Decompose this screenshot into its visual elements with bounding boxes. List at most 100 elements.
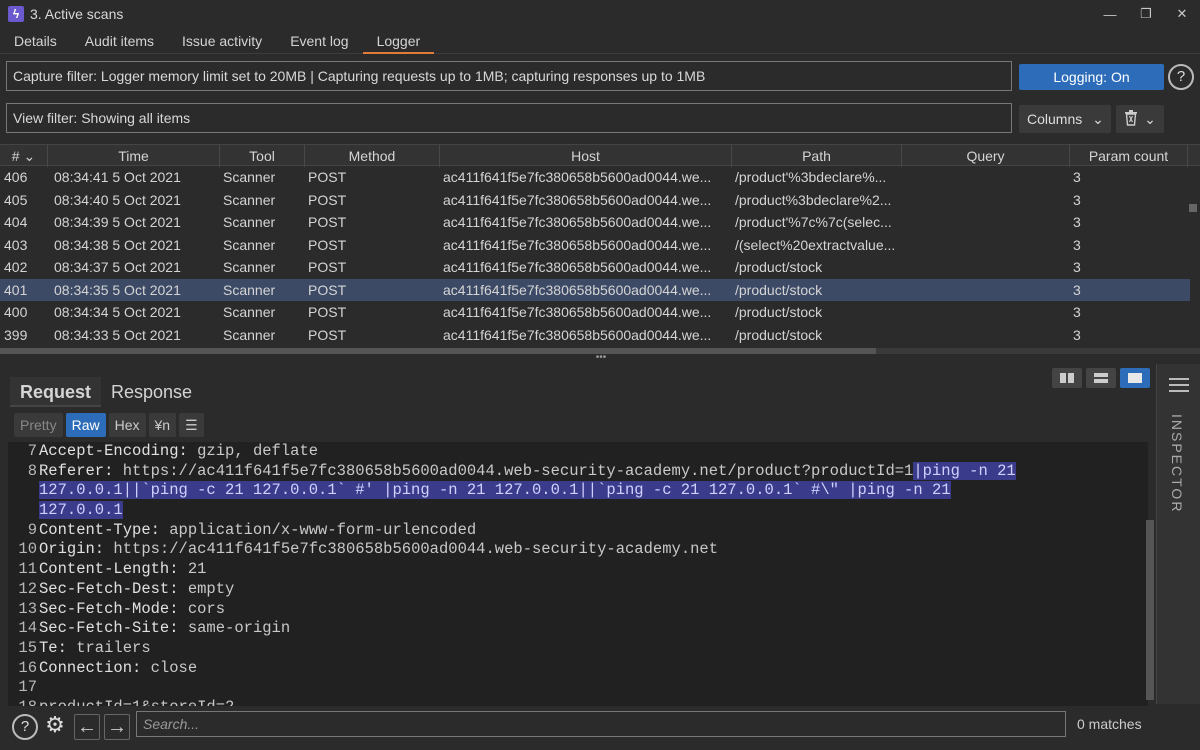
highlighted-payload: |ping -n 21 bbox=[913, 461, 1016, 480]
table-row[interactable]: 406 08:34:41 5 Oct 2021 Scanner POST ac411f6… bbox=[0, 166, 1190, 189]
tab-response[interactable]: Response bbox=[101, 377, 202, 407]
chevron-down-icon: ⌄ bbox=[1092, 111, 1104, 127]
table-vertical-scrollbar[interactable] bbox=[1189, 204, 1197, 212]
cell-params: 3 bbox=[1073, 259, 1081, 275]
table-row[interactable]: 399 08:34:33 5 Oct 2021 Scanner POST ac411f6… bbox=[0, 324, 1190, 347]
cell-path: /product/stock bbox=[735, 259, 823, 275]
view-pretty-button[interactable]: Pretty bbox=[14, 413, 63, 437]
cell-host: ac411f641f5e7fc380658b5600ad0044.we... bbox=[443, 169, 712, 185]
column-header-tool[interactable]: Tool bbox=[220, 145, 305, 167]
table-row[interactable]: 402 08:34:37 5 Oct 2021 Scanner POST ac411f6… bbox=[0, 256, 1190, 279]
search-input[interactable]: Search... bbox=[136, 711, 1066, 737]
help-icon[interactable]: ? bbox=[1168, 64, 1194, 90]
view-filter-bar[interactable]: View filter: Showing all items bbox=[6, 103, 1012, 133]
minimize-icon[interactable]: — bbox=[1092, 0, 1128, 28]
cell-num: 399 bbox=[4, 326, 28, 343]
header-name: Connection: bbox=[39, 658, 142, 677]
table-row[interactable]: 405 08:34:40 5 Oct 2021 Scanner POST ac411f6… bbox=[0, 189, 1190, 212]
cell-host: ac411f641f5e7fc380658b5600ad0044.we... bbox=[443, 236, 712, 253]
header-value: productId=1&storeId=2 bbox=[39, 698, 234, 706]
line-number: 15 bbox=[18, 638, 37, 657]
cell-time: 08:34:38 5 Oct 2021 bbox=[54, 236, 181, 253]
clear-log-dropdown[interactable]: ⌄ bbox=[1116, 105, 1164, 133]
close-icon[interactable]: ✕ bbox=[1164, 0, 1200, 28]
cell-num: 405 bbox=[4, 191, 28, 208]
view-raw-button[interactable]: Raw bbox=[65, 413, 106, 437]
message-tabs: Request Response bbox=[10, 377, 202, 407]
cell-path: /product'%3bdeclare%... bbox=[735, 169, 887, 185]
table-row[interactable]: 401 08:34:35 5 Oct 2021 Scanner POST ac411f6… bbox=[0, 278, 1190, 301]
tab-audit-items[interactable]: Audit items bbox=[71, 28, 168, 54]
cell-tool: Scanner bbox=[223, 214, 276, 230]
cell-tool: Scanner bbox=[223, 169, 276, 185]
editor-line: 12 Sec-Fetch-Dest: empty bbox=[8, 580, 1148, 600]
column-header-number[interactable]: # ⌄ bbox=[0, 145, 48, 167]
column-header-query[interactable]: Query bbox=[902, 145, 1070, 167]
tab-issue-activity[interactable]: Issue activity bbox=[168, 28, 276, 54]
cell-params: 3 bbox=[1073, 169, 1081, 185]
header-name: Sec-Fetch-Mode: bbox=[39, 599, 179, 618]
inspector-menu-icon[interactable] bbox=[1169, 374, 1189, 396]
editor-vertical-scrollbar[interactable] bbox=[1146, 520, 1154, 700]
table-row[interactable]: 403 08:34:38 5 Oct 2021 Scanner POST ac411f6… bbox=[0, 234, 1190, 257]
help-icon[interactable]: ? bbox=[12, 714, 38, 740]
header-value: empty bbox=[178, 579, 235, 598]
tab-details[interactable]: Details bbox=[0, 28, 71, 54]
layout-toggle-group bbox=[1052, 368, 1150, 388]
editor-line: 10 Origin: https://ac411f641f5e7fc380658b… bbox=[8, 540, 1148, 560]
restore-icon[interactable]: ❐ bbox=[1128, 0, 1164, 28]
columns-dropdown[interactable]: Columns ⌄ bbox=[1019, 105, 1111, 133]
column-header-host[interactable]: Host bbox=[440, 145, 732, 167]
logging-toggle-button[interactable]: Logging: On bbox=[1019, 64, 1164, 90]
table-row[interactable]: 400 08:34:34 5 Oct 2021 Scanner POST ac411f6… bbox=[0, 301, 1190, 324]
title-bar: ϟ 3. Active scans — ❐ ✕ bbox=[0, 0, 1200, 28]
tab-event-log[interactable]: Event log bbox=[276, 28, 362, 54]
column-header-param-count[interactable]: Param count bbox=[1070, 145, 1188, 167]
tab-logger[interactable]: Logger bbox=[362, 28, 435, 54]
single-pane-icon[interactable] bbox=[1120, 368, 1150, 388]
editor-line: 13 Sec-Fetch-Mode: cors bbox=[8, 600, 1148, 620]
menu-icon[interactable]: ☰ bbox=[179, 413, 204, 437]
cell-host: ac411f641f5e7fc380658b5600ad0044.we... bbox=[443, 326, 712, 343]
cell-method: POST bbox=[308, 169, 347, 185]
table-horizontal-scrollbar[interactable] bbox=[0, 348, 876, 354]
cell-host: ac411f641f5e7fc380658b5600ad0044.we... bbox=[443, 259, 712, 275]
view-hex-button[interactable]: Hex bbox=[108, 413, 146, 437]
cell-method: POST bbox=[308, 259, 347, 275]
cell-num: 406 bbox=[4, 169, 28, 185]
editor-line: 7 Accept-Encoding: gzip, deflate bbox=[8, 442, 1148, 462]
split-rows-icon[interactable] bbox=[1086, 368, 1116, 388]
cell-method: POST bbox=[308, 326, 347, 343]
cell-time: 08:34:34 5 Oct 2021 bbox=[54, 304, 181, 320]
scan-tabs: Details Audit items Issue activity Event… bbox=[0, 28, 1200, 54]
cell-time: 08:34:33 5 Oct 2021 bbox=[54, 326, 181, 343]
arrow-left-icon[interactable]: ← bbox=[74, 714, 100, 740]
chevron-down-icon: ⌄ bbox=[1144, 110, 1156, 127]
table-row[interactable]: 404 08:34:39 5 Oct 2021 Scanner POST ac411f6… bbox=[0, 211, 1190, 234]
inspector-panel[interactable]: INSPECTOR bbox=[1156, 364, 1200, 704]
cell-params: 3 bbox=[1073, 214, 1081, 230]
cell-tool: Scanner bbox=[223, 326, 276, 343]
column-header-path[interactable]: Path bbox=[732, 145, 902, 167]
arrow-right-icon[interactable]: → bbox=[104, 714, 130, 740]
cell-time: 08:34:35 5 Oct 2021 bbox=[54, 281, 181, 298]
line-number: 10 bbox=[18, 540, 37, 559]
gear-icon[interactable]: ⚙ bbox=[42, 714, 68, 740]
capture-filter-bar[interactable]: Capture filter: Logger memory limit set … bbox=[6, 61, 1012, 91]
request-editor[interactable]: 7 Accept-Encoding: gzip, deflate 8 Referer:… bbox=[8, 442, 1148, 706]
cell-host: ac411f641f5e7fc380658b5600ad0044.we... bbox=[443, 281, 712, 298]
header-name: Sec-Fetch-Site: bbox=[39, 619, 179, 638]
table-header: # ⌄ Time Tool Method Host Path Query Par… bbox=[0, 144, 1200, 167]
cell-params: 3 bbox=[1073, 304, 1081, 320]
cell-time: 08:34:41 5 Oct 2021 bbox=[54, 169, 181, 185]
show-newlines-button[interactable]: ¥n bbox=[148, 413, 177, 437]
header-value: trailers bbox=[66, 638, 151, 657]
header-value: same-origin bbox=[178, 619, 291, 638]
tab-request[interactable]: Request bbox=[10, 377, 102, 407]
column-header-time[interactable]: Time bbox=[48, 145, 220, 167]
column-header-method[interactable]: Method bbox=[305, 145, 440, 167]
cell-path: /product/stock bbox=[735, 326, 823, 343]
split-columns-icon[interactable] bbox=[1052, 368, 1082, 388]
pane-splitter-handle[interactable]: ••• bbox=[594, 353, 608, 363]
cell-path: /product'%7c%7c(selec... bbox=[735, 214, 892, 230]
